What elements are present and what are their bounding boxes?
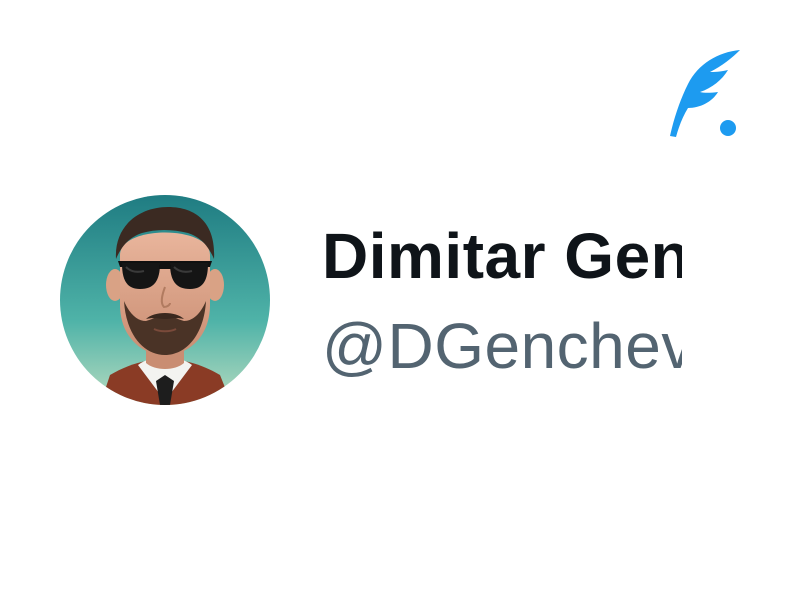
profile-name-block: Dimitar Genchev @DGenchev	[322, 218, 682, 388]
avatar[interactable]	[60, 195, 270, 405]
profile-card: Dimitar Genchev @DGenchev	[0, 0, 800, 600]
feather-quill-logo-icon	[666, 46, 742, 142]
display-name[interactable]: Dimitar Genchev	[322, 218, 682, 294]
user-handle[interactable]: @DGenchev	[322, 308, 682, 384]
